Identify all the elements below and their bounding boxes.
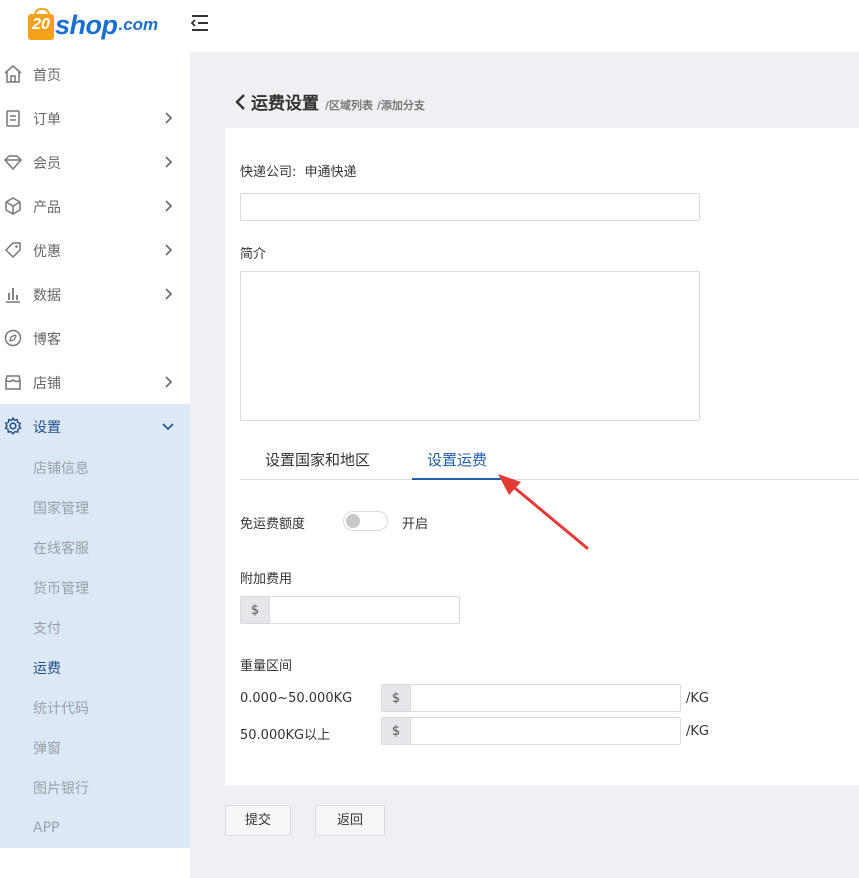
extra-fee-label: 附加费用 <box>240 572 293 587</box>
sidebar-item-label: 会员 <box>33 156 61 172</box>
submenu-item-shipping[interactable]: 运费 <box>0 648 190 688</box>
intro-textarea[interactable] <box>240 271 700 421</box>
shopping-bag-icon: 20 <box>28 8 54 40</box>
bar-chart-icon <box>6 288 20 303</box>
collapse-menu-icon[interactable] <box>189 12 211 34</box>
top-header: 20 shop .com <box>0 0 859 52</box>
logo-suffix: .com <box>118 15 159 34</box>
weight-rate-input[interactable] <box>411 718 680 744</box>
sidebar-item-promotions[interactable]: 优惠 <box>0 228 190 272</box>
chevron-right-icon <box>165 112 173 124</box>
weight-range-label: 重量区间 <box>240 659 293 674</box>
currency-prefix: $ <box>382 718 411 744</box>
shipping-tabs: 设置国家和地区 设置运费 <box>240 442 859 480</box>
free-shipping-toggle-label: 开启 <box>402 517 429 532</box>
logo-text: shop <box>55 10 118 40</box>
weight-range-text: 0.000~50.000KG <box>240 691 353 706</box>
home-icon <box>4 65 22 83</box>
submenu-item-app[interactable]: APP <box>0 808 190 848</box>
shipping-form-card: 快递公司: 申通快递 简介 设置国家和地区 设置运费 免运费额度 开启 附加费用… <box>225 128 859 785</box>
submenu-item-tracking-code[interactable]: 统计代码 <box>0 688 190 728</box>
site-logo[interactable]: 20 shop .com <box>28 6 158 40</box>
chevron-right-icon <box>165 244 173 256</box>
logo-mark: 20 <box>32 16 50 33</box>
sidebar-item-members[interactable]: 会员 <box>0 140 190 184</box>
tab-country-region[interactable]: 设置国家和地区 <box>265 442 370 480</box>
sidebar-item-label: 数据 <box>33 288 61 304</box>
intro-label: 简介 <box>240 247 267 262</box>
currency-prefix: $ <box>241 597 270 623</box>
weight-range-text: 50.000KG以上 <box>240 728 331 743</box>
back-button[interactable]: 返回 <box>315 805 385 836</box>
weight-range-input-group: $ <box>381 717 681 745</box>
courier-input[interactable] <box>240 193 700 221</box>
submenu-item-online-service[interactable]: 在线客服 <box>0 528 190 568</box>
free-shipping-toggle[interactable] <box>343 511 388 531</box>
page-title: 运费设置 <box>251 94 319 114</box>
submenu-item-currency-management[interactable]: 货币管理 <box>0 568 190 608</box>
cube-icon <box>5 197 21 215</box>
weight-range-input-group: $ <box>381 684 681 712</box>
sidebar-item-orders[interactable]: 订单 <box>0 96 190 140</box>
sidebar-item-products[interactable]: 产品 <box>0 184 190 228</box>
extra-fee-input[interactable] <box>270 597 459 623</box>
chevron-right-icon <box>165 376 173 388</box>
chevron-right-icon <box>165 288 173 300</box>
sidebar-item-label: 优惠 <box>33 244 61 260</box>
sidebar-item-label: 产品 <box>33 200 61 216</box>
weight-rate-input[interactable] <box>411 685 680 711</box>
submenu-item-popup[interactable]: 弹窗 <box>0 728 190 768</box>
breadcrumb[interactable]: /区域列表 /添加分支 <box>325 97 425 113</box>
sidebar-item-label: 订单 <box>33 112 61 128</box>
clipboard-icon <box>6 110 20 127</box>
settings-submenu: 店铺信息 国家管理 在线客服 货币管理 支付 运费 统计代码 弹窗 图片银行 A… <box>0 448 190 848</box>
unit-label: /KG <box>686 691 709 706</box>
sidebar-item-label: 首页 <box>33 68 61 84</box>
free-shipping-label: 免运费额度 <box>240 517 306 532</box>
submenu-item-payment[interactable]: 支付 <box>0 608 190 648</box>
courier-name: 申通快递 <box>304 165 357 180</box>
sidebar: 首页 订单 会员 产品 优惠 数据 博客 店铺 设置 店铺信息 国家管理 在线客… <box>0 52 190 878</box>
sidebar-item-store[interactable]: 店铺 <box>0 360 190 404</box>
chevron-right-icon <box>165 156 173 168</box>
chevron-down-icon <box>162 423 174 431</box>
submenu-item-store-info[interactable]: 店铺信息 <box>0 448 190 488</box>
unit-label: /KG <box>686 724 709 739</box>
sidebar-item-label: 博客 <box>33 332 61 348</box>
store-icon <box>5 375 21 390</box>
courier-label-row: 快递公司: 申通快递 <box>240 161 357 180</box>
sidebar-item-label: 店铺 <box>33 376 61 392</box>
sidebar-item-label: 设置 <box>33 420 61 436</box>
diamond-icon <box>3 155 23 171</box>
currency-prefix: $ <box>382 685 411 711</box>
chevron-left-icon[interactable] <box>234 93 248 111</box>
sidebar-item-settings[interactable]: 设置 <box>0 404 190 448</box>
submit-button[interactable]: 提交 <box>225 805 291 836</box>
courier-label: 快递公司: <box>240 165 297 180</box>
chevron-right-icon <box>165 200 173 212</box>
submenu-item-country-management[interactable]: 国家管理 <box>0 488 190 528</box>
sidebar-item-data[interactable]: 数据 <box>0 272 190 316</box>
extra-fee-input-group: $ <box>240 596 460 624</box>
sidebar-item-blog[interactable]: 博客 <box>0 316 190 360</box>
tag-icon <box>4 242 21 259</box>
submenu-item-image-bank[interactable]: 图片银行 <box>0 768 190 808</box>
sidebar-item-home[interactable]: 首页 <box>0 52 190 96</box>
page-header: 运费设置 /区域列表 /添加分支 <box>234 89 425 114</box>
tab-shipping-fee[interactable]: 设置运费 <box>412 442 503 480</box>
gear-icon <box>4 416 22 435</box>
blog-icon <box>4 329 22 347</box>
